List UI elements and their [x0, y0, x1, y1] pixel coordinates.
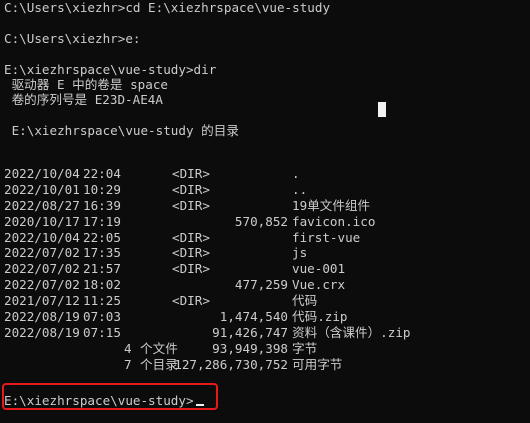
console-line: 卷的序列号是 E23D-AE4A [4, 92, 163, 108]
entry-dir-tag: <DIR> [172, 166, 210, 181]
current-prompt[interactable]: E:\xiezhrspace\vue-study> [4, 393, 204, 408]
entry-date: 2022/10/01 [4, 181, 80, 197]
entry-time: 07:15 [83, 324, 121, 340]
files-count: 4 [124, 340, 132, 356]
files-label: 个文件 [140, 340, 178, 356]
entry-name: first-vue [292, 229, 361, 245]
entry-name: Vue.crx [292, 277, 346, 293]
entry-time: 22:05 [83, 229, 121, 245]
entry-name: .. [292, 181, 308, 197]
entry-name: 19单文件组件 [292, 197, 371, 213]
dirs-count: 7 [124, 356, 132, 372]
entry-time: 17:35 [83, 245, 121, 261]
entry-time: 22:04 [83, 166, 121, 181]
entry-time: 16:39 [83, 197, 121, 213]
entry-date: 2022/08/19 [4, 324, 80, 340]
listing-row: 2022/08/27 16:39 <DIR> 19单文件组件 [4, 198, 524, 214]
entry-date: 2020/10/17 [4, 213, 80, 229]
listing-row: 2022/07/02 17:35 <DIR> js [4, 245, 524, 261]
entry-size: 91,426,747 [212, 324, 288, 340]
entry-dir-tag: <DIR> [172, 293, 210, 309]
selection-cursor-block [378, 102, 386, 117]
listing-row: 2022/10/04 22:05 <DIR> first-vue [4, 230, 524, 246]
text-caret [195, 404, 204, 406]
entry-size: 1,474,540 [219, 309, 288, 325]
entry-dir-tag: <DIR> [172, 197, 210, 213]
entry-name: 代码.zip [292, 309, 348, 325]
listing-row: 2022/07/02 18:02 477,259 Vue.crx [4, 277, 524, 293]
files-bytes: 93,949,398 [212, 340, 288, 356]
console-line: C:\Users\xiezhr>e: [4, 30, 141, 46]
entry-date: 2022/10/04 [4, 166, 80, 181]
console-line: 驱动器 E 中的卷是 space [4, 76, 168, 92]
entry-dir-tag: <DIR> [172, 181, 210, 197]
console-line: E:\xiezhrspace\vue-study 的目录 [4, 123, 239, 139]
entry-date: 2022/07/02 [4, 261, 80, 277]
entry-time: 18:02 [83, 277, 121, 293]
entry-date: 2022/10/04 [4, 229, 80, 245]
dirs-label: 个目录 [140, 356, 178, 372]
entry-name: vue-001 [292, 261, 346, 277]
files-unit: 字节 [292, 340, 318, 356]
entry-date: 2021/07/12 [4, 293, 80, 309]
listing-row: 2022/07/02 21:57 <DIR> vue-001 [4, 261, 524, 277]
dirs-bytes: 127,286,730,752 [174, 356, 288, 372]
entry-name: . [292, 166, 300, 181]
entry-dir-tag: <DIR> [172, 229, 210, 245]
console-line: C:\Users\xiezhr>cd E:\xiezhrspace\vue-st… [4, 0, 331, 15]
entry-time: 11:25 [83, 293, 121, 309]
entry-time: 21:57 [83, 261, 121, 277]
entry-dir-tag: <DIR> [172, 261, 210, 277]
listing-row: 2022/08/19 07:03 1,474,540 代码.zip [4, 309, 524, 325]
entry-name: favicon.ico [292, 213, 376, 229]
directory-listing: 2022/10/04 22:04 <DIR>. 2022/10/01 10:29 <DIR… [4, 166, 524, 373]
entry-size: 570,852 [234, 213, 288, 229]
entry-date: 2022/07/02 [4, 277, 80, 293]
console-line: E:\xiezhrspace\vue-study>dir [4, 61, 217, 77]
prompt-text: E:\xiezhrspace\vue-study> [4, 393, 194, 408]
listing-row: 2021/07/12 11:25 <DIR> 代码 [4, 293, 524, 309]
summary-row: 4 个文件 93,949,398 字节 [4, 341, 524, 357]
entry-name: js [292, 245, 308, 261]
entry-dir-tag: <DIR> [172, 245, 210, 261]
listing-row: 2020/10/17 17:19 570,852 favicon.ico [4, 214, 524, 230]
entry-date: 2022/08/27 [4, 197, 80, 213]
listing-row: 2022/10/01 10:29 <DIR>.. [4, 182, 524, 198]
entry-time: 07:03 [83, 309, 121, 325]
summary-row: 7 个目录 127,286,730,752 可用字节 [4, 357, 524, 373]
entry-date: 2022/08/19 [4, 309, 80, 325]
listing-row: 2022/10/04 22:04 <DIR>. [4, 166, 524, 182]
entry-time: 10:29 [83, 181, 121, 197]
entry-date: 2022/07/02 [4, 245, 80, 261]
listing-row: 2022/08/19 07:15 91,426,747 资料（含课件）.zip [4, 325, 524, 341]
entry-size: 477,259 [234, 277, 288, 293]
entry-name: 代码 [292, 293, 318, 309]
dirs-unit: 可用字节 [292, 356, 343, 372]
entry-name: 资料（含课件）.zip [292, 324, 411, 340]
entry-time: 17:19 [83, 213, 121, 229]
